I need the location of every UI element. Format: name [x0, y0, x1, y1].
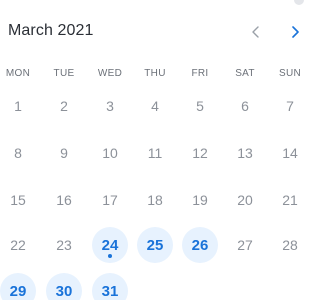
day-cell: 2	[46, 88, 82, 124]
day-number: 14	[282, 145, 298, 161]
day-number: 5	[196, 98, 204, 114]
day-cell: 21	[272, 182, 308, 218]
day-cell: 4	[137, 88, 173, 124]
day-number: 17	[102, 192, 118, 208]
day-number: 2	[60, 98, 68, 114]
day-number: 6	[241, 98, 249, 114]
day-cell: 19	[182, 182, 218, 218]
day-number: 21	[282, 192, 298, 208]
day-cell: 17	[92, 182, 128, 218]
day-cell: 5	[182, 88, 218, 124]
available-day-cell[interactable]: 30	[46, 273, 82, 300]
day-cell: 15	[0, 182, 36, 218]
day-number: 30	[55, 282, 73, 300]
day-number: 3	[106, 98, 114, 114]
available-day-cell[interactable]: 25	[137, 227, 173, 263]
day-cell: 12	[182, 135, 218, 171]
available-day-cell[interactable]: 26	[182, 227, 218, 263]
day-cell: 18	[137, 182, 173, 218]
day-cell: 20	[227, 182, 263, 218]
day-cell: 16	[46, 182, 82, 218]
day-number: 15	[10, 192, 26, 208]
available-day-cell[interactable]: 24	[92, 227, 128, 263]
day-cell: 23	[46, 227, 82, 263]
day-number: 19	[192, 192, 208, 208]
day-cell: 10	[92, 135, 128, 171]
day-number: 18	[147, 192, 163, 208]
day-number: 20	[237, 192, 253, 208]
day-number: 22	[10, 237, 26, 253]
day-cell: 27	[227, 227, 263, 263]
day-cell: 28	[272, 227, 308, 263]
day-cell: 1	[0, 88, 36, 124]
day-number: 23	[56, 237, 72, 253]
day-cell: 9	[46, 135, 82, 171]
day-cell: 3	[92, 88, 128, 124]
day-number: 7	[286, 98, 294, 114]
day-number: 27	[237, 237, 253, 253]
day-number: 24	[101, 236, 119, 254]
day-number: 9	[60, 145, 68, 161]
available-day-cell[interactable]: 31	[92, 273, 128, 300]
day-cell: 14	[272, 135, 308, 171]
day-cell: 8	[0, 135, 36, 171]
day-number: 4	[151, 98, 159, 114]
day-number: 12	[192, 145, 208, 161]
available-day-cell[interactable]: 29	[0, 273, 36, 300]
day-number: 25	[146, 236, 164, 254]
day-number: 29	[9, 282, 27, 300]
today-indicator-dot	[108, 254, 112, 258]
day-cell: 11	[137, 135, 173, 171]
day-cell: 13	[227, 135, 263, 171]
day-cell: 6	[227, 88, 263, 124]
day-number: 31	[101, 282, 119, 300]
day-number: 16	[56, 192, 72, 208]
calendar-grid: 1 2 3 4 5 6 7 8 9 10 11 12 13 14 15 16 17 18 19 20 21 22 23 24 2…	[0, 0, 302, 300]
day-number: 1	[14, 98, 22, 114]
day-number: 13	[237, 145, 253, 161]
day-cell: 7	[272, 88, 308, 124]
day-number: 8	[14, 145, 22, 161]
day-number: 10	[102, 145, 118, 161]
day-number: 11	[147, 145, 163, 161]
day-number: 28	[282, 237, 298, 253]
day-cell: 22	[0, 227, 36, 263]
day-number: 26	[191, 236, 209, 254]
